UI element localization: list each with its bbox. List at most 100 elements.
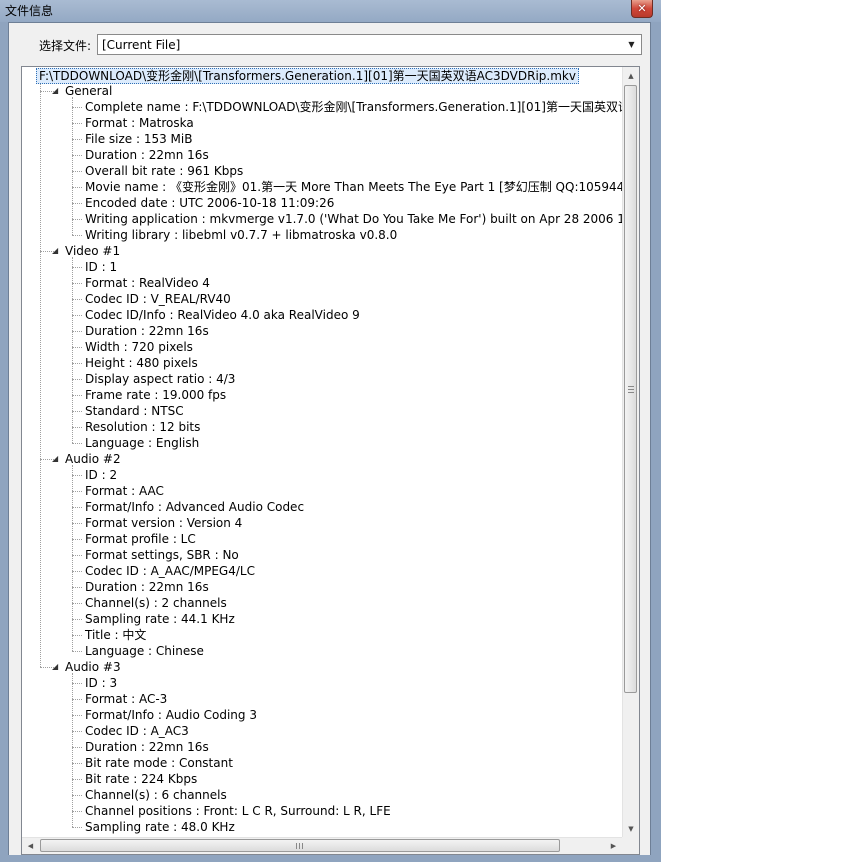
tree-item[interactable]: Format version : Version 4 [85, 515, 242, 531]
tree-line [72, 523, 82, 524]
close-icon: ✕ [637, 2, 647, 15]
tree-item[interactable]: Language : English [85, 435, 199, 451]
tree-line [72, 795, 82, 796]
tree-item[interactable]: Codec ID : V_REAL/RV40 [85, 291, 231, 307]
tree-line [72, 763, 82, 764]
scroll-right-icon[interactable]: ▶ [605, 838, 622, 854]
tree-line [72, 747, 82, 748]
tree-section-audio-3[interactable]: Audio #3 [65, 659, 121, 675]
tree-line [72, 299, 82, 300]
tree-item[interactable]: Format settings, SBR : No [85, 547, 239, 563]
tree-item[interactable]: Standard : NTSC [85, 403, 184, 419]
grip-line [628, 389, 634, 390]
tree-item[interactable]: Height : 480 pixels [85, 355, 198, 371]
tree-item[interactable]: Duration : 22mn 16s [85, 147, 209, 163]
title-bar[interactable] [0, 0, 661, 22]
tree-item[interactable]: Writing application : mkvmerge v1.7.0 ('… [85, 211, 622, 227]
tree-item[interactable]: Complete name : F:\TDDOWNLOAD\变形金刚\[Tran… [85, 99, 622, 115]
tree-item[interactable]: Overall bit rate : 961 Kbps [85, 163, 243, 179]
tree-item[interactable]: Channel positions : Front: L C R, Surrou… [85, 803, 391, 819]
tree-line [72, 811, 82, 812]
tree-item[interactable]: Codec ID : A_AAC/MPEG4/LC [85, 563, 255, 579]
close-button[interactable]: ✕ [631, 0, 653, 18]
tree-item[interactable]: Format/Info : Advanced Audio Codec [85, 499, 304, 515]
tree-line [72, 347, 82, 348]
tree-line [72, 395, 82, 396]
tree-line [72, 257, 73, 443]
tree-item[interactable]: Title : 中文 [85, 627, 146, 643]
tree-item[interactable]: Bit rate : 224 Kbps [85, 771, 197, 787]
horizontal-scroll-thumb[interactable] [40, 839, 560, 852]
tree-line [72, 235, 82, 236]
tree-item[interactable]: Sampling rate : 48.0 KHz [85, 819, 235, 835]
tree-item[interactable]: Format/Info : Audio Coding 3 [85, 707, 257, 723]
window-title: 文件信息 [5, 4, 54, 18]
tree-item[interactable]: Format : Matroska [85, 115, 194, 131]
horizontal-scrollbar[interactable]: ◀ ▶ [22, 837, 622, 854]
tree-item[interactable]: File size : 153 MiB [85, 131, 192, 147]
tree-line [72, 379, 82, 380]
tree-rows: F:\TDDOWNLOAD\变形金刚\[Transformers.Generat… [22, 67, 622, 837]
tree-item[interactable]: Codec ID/Info : RealVideo 4.0 aka RealVi… [85, 307, 360, 323]
tree-line [72, 123, 82, 124]
vertical-scrollbar[interactable]: ▲ ▼ [622, 67, 639, 837]
tree-item[interactable]: Format : AC-3 [85, 691, 167, 707]
tree-item[interactable]: Movie name : 《变形金刚》01.第一天 More Than Meet… [85, 179, 622, 195]
tree-item[interactable]: Encoded date : UTC 2006-10-18 11:09:26 [85, 195, 334, 211]
tree-item[interactable]: Sampling rate : 44.1 KHz [85, 611, 235, 627]
tree-item[interactable]: Writing library : libebml v0.7.7 + libma… [85, 227, 397, 243]
chevron-down-icon[interactable]: ▼ [623, 36, 640, 53]
tree-root-label: F:\TDDOWNLOAD\变形金刚\[Transformers.Generat… [39, 69, 576, 83]
tree-item[interactable]: Frame rate : 19.000 fps [85, 387, 226, 403]
tree-section-video-1[interactable]: Video #1 [65, 243, 120, 259]
tree-item[interactable]: Codec ID : A_AC3 [85, 723, 189, 739]
tree-line [72, 411, 82, 412]
tree-item[interactable]: Duration : 22mn 16s [85, 739, 209, 755]
tree-item[interactable]: Format : RealVideo 4 [85, 275, 210, 291]
tree-line [72, 443, 82, 444]
collapse-triangle-icon[interactable]: ◢ [52, 86, 61, 95]
tree-item[interactable]: Width : 720 pixels [85, 339, 193, 355]
tree-line [72, 539, 82, 540]
tree-item[interactable]: Channel(s) : 6 channels [85, 787, 227, 803]
tree-line [72, 603, 82, 604]
collapse-triangle-icon[interactable]: ◢ [52, 454, 61, 463]
collapse-triangle-icon[interactable]: ◢ [52, 246, 61, 255]
tree-item[interactable]: Display aspect ratio : 4/3 [85, 371, 235, 387]
tree-item[interactable]: Format : AAC [85, 483, 164, 499]
tree-line [72, 635, 82, 636]
tree-item[interactable]: Language : Chinese [85, 643, 204, 659]
tree-line [72, 571, 82, 572]
scroll-down-icon[interactable]: ▼ [623, 820, 639, 837]
grip-line [296, 843, 297, 849]
tree-item[interactable]: ID : 2 [85, 467, 117, 483]
file-select-dropdown[interactable]: [Current File] ▼ [97, 34, 642, 55]
tree-line [72, 475, 82, 476]
tree-item[interactable]: Bit rate mode : Constant [85, 755, 233, 771]
tree-item[interactable]: ID : 1 [85, 259, 117, 275]
tree-line [72, 699, 82, 700]
tree-item[interactable]: ID : 3 [85, 675, 117, 691]
tree-section-audio-2[interactable]: Audio #2 [65, 451, 121, 467]
tree-line [72, 465, 73, 651]
tree-line [72, 507, 82, 508]
tree-line [72, 187, 82, 188]
file-select-value: [Current File] [102, 38, 181, 52]
grip-line [628, 392, 634, 393]
tree-line [72, 651, 82, 652]
tree-line [72, 107, 82, 108]
tree-item[interactable]: Duration : 22mn 16s [85, 323, 209, 339]
media-info-tree[interactable]: F:\TDDOWNLOAD\变形金刚\[Transformers.Generat… [21, 66, 640, 855]
tree-item[interactable]: Duration : 22mn 16s [85, 579, 209, 595]
vertical-scroll-thumb[interactable] [624, 85, 637, 693]
tree-item[interactable]: Channel(s) : 2 channels [85, 595, 227, 611]
scroll-left-icon[interactable]: ◀ [22, 838, 39, 854]
tree-line [72, 587, 82, 588]
tree-line [72, 331, 82, 332]
scroll-up-icon[interactable]: ▲ [623, 67, 639, 84]
tree-line [72, 315, 82, 316]
collapse-triangle-icon[interactable]: ◢ [52, 662, 61, 671]
tree-item[interactable]: Format profile : LC [85, 531, 196, 547]
tree-item[interactable]: Resolution : 12 bits [85, 419, 200, 435]
tree-root-file[interactable]: F:\TDDOWNLOAD\变形金刚\[Transformers.Generat… [36, 68, 579, 84]
